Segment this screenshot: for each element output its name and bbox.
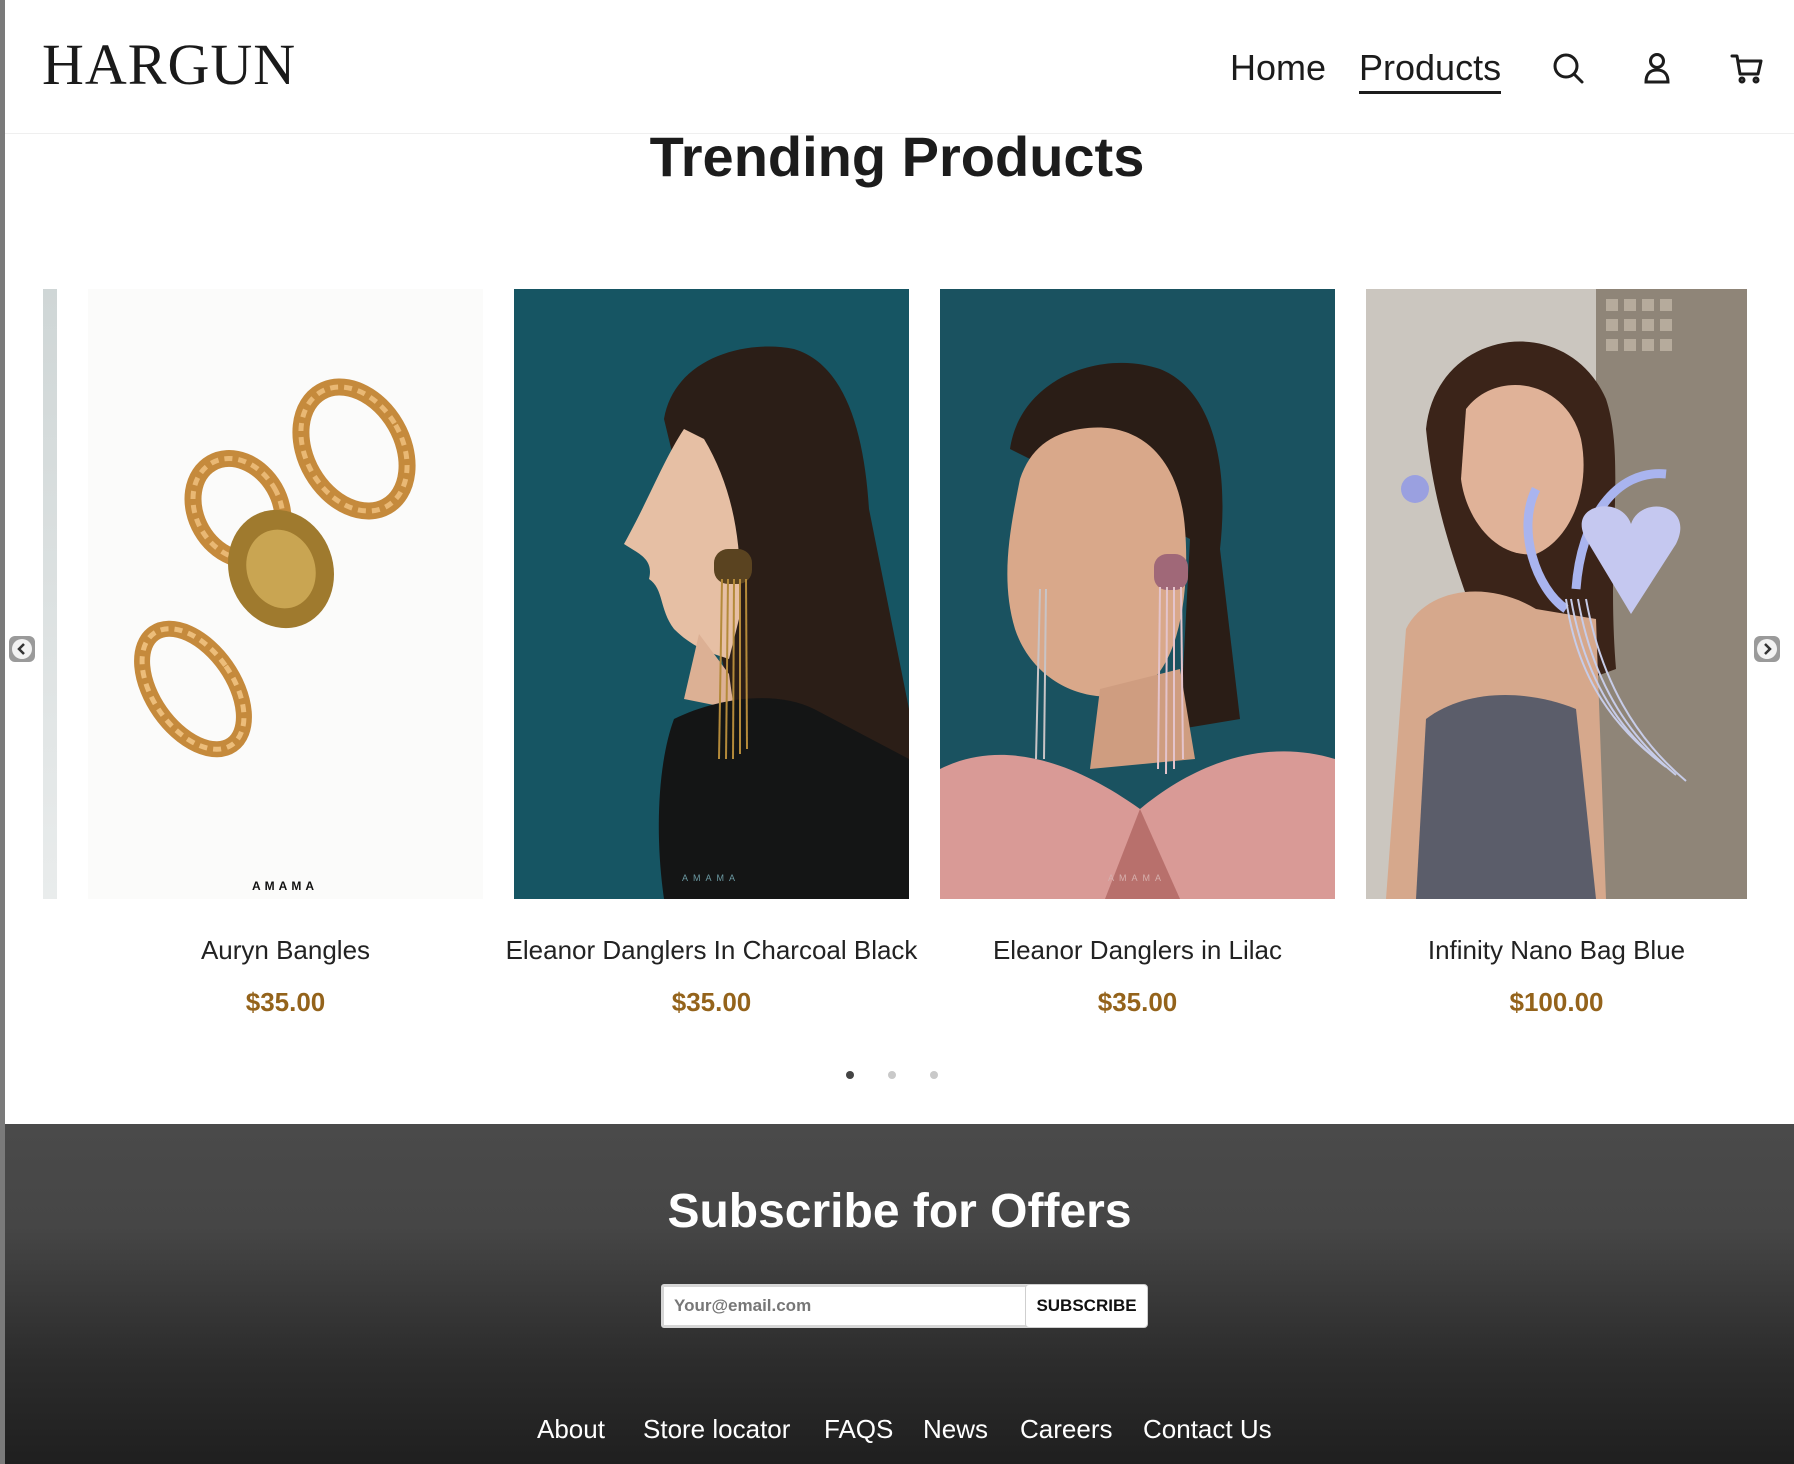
product-card[interactable]: AMAMA Eleanor Danglers in Lilac $35.00 [940,289,1335,1017]
search-icon[interactable] [1550,50,1586,86]
account-icon[interactable] [1639,50,1675,86]
product-carousel: AMAMA Auryn Bangles $35.00 AMAMA Eleanor… [0,289,1794,1069]
product-price: $35.00 [671,987,752,1017]
pagination-dot-1[interactable] [846,1071,854,1079]
nav-home[interactable]: Home [1230,46,1326,90]
section-title-trending: Trending Products [649,125,1145,188]
product-price: $35.00 [1097,987,1178,1017]
nav-products[interactable]: Products [1359,46,1502,94]
image-watermark: AMAMA [252,879,318,893]
site-header: HARGUN Home Products [5,0,1794,134]
cart-icon[interactable] [1729,50,1765,86]
product-name[interactable]: Infinity Nano Bag Blue [1336,933,1777,967]
footer-link-about[interactable]: About [537,1412,605,1446]
product-card[interactable]: Infinity Nano Bag Blue $100.00 [1366,289,1747,1017]
product-image-danglers-lilac[interactable]: AMAMA [940,289,1335,899]
product-name[interactable]: Eleanor Danglers in Lilac [910,933,1365,967]
product-image-nano-bag[interactable] [1366,289,1747,899]
product-card[interactable]: AMAMA Eleanor Danglers In Charcoal Black… [506,289,917,1017]
product-image-danglers-black[interactable]: AMAMA [514,289,909,899]
carousel-prev-button[interactable] [9,636,35,662]
footer-link-store-locator[interactable]: Store locator [643,1412,790,1446]
product-card[interactable]: AMAMA Auryn Bangles $35.00 [88,289,483,1017]
subscribe-title: Subscribe for Offers [667,1185,1132,1238]
email-field[interactable] [661,1284,1043,1328]
product-price: $100.00 [1509,987,1604,1017]
chevron-right-icon [1757,639,1777,659]
pagination-dot-3[interactable] [930,1071,938,1079]
product-image-bangles[interactable]: AMAMA [88,289,483,899]
footer-link-faqs[interactable]: FAQS [824,1412,893,1446]
image-watermark: AMAMA [1108,873,1166,883]
brand-logo[interactable]: HARGUN [42,30,296,100]
image-watermark: AMAMA [682,873,740,883]
product-name[interactable]: Auryn Bangles [58,933,513,967]
chevron-left-icon [12,639,32,659]
product-name[interactable]: Eleanor Danglers In Charcoal Black [484,933,939,967]
subscribe-button[interactable]: SUBSCRIBE [1025,1284,1148,1328]
previous-card-peek [43,289,57,899]
product-price: $35.00 [245,987,326,1017]
pagination-dot-2[interactable] [888,1071,896,1079]
subscribe-footer: Subscribe for Offers SUBSCRIBE About Sto… [5,1124,1794,1464]
footer-link-careers[interactable]: Careers [1020,1412,1112,1446]
footer-link-contact-us[interactable]: Contact Us [1143,1412,1272,1446]
carousel-next-button[interactable] [1754,636,1780,662]
footer-link-news[interactable]: News [923,1412,988,1446]
